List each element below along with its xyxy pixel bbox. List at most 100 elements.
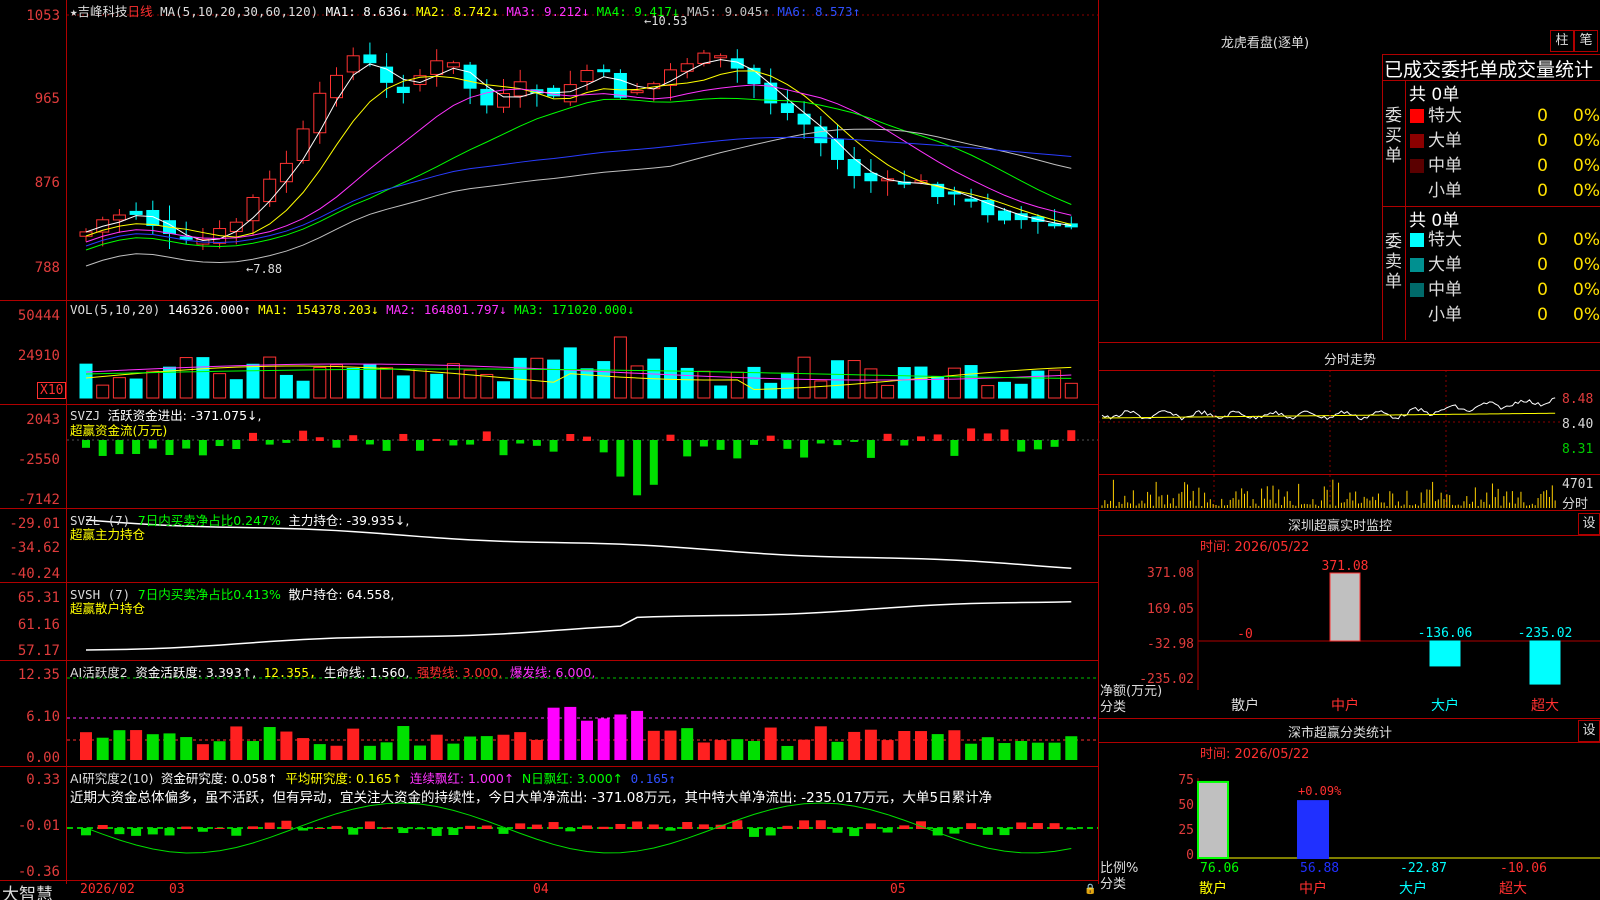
classify-tick: 75 [1178,773,1194,788]
fund-flow-bar [249,432,257,441]
activity-bar [180,737,193,760]
svzl-tick: -40.24 [9,566,60,582]
svzj-tick: -7142 [17,492,60,508]
activity-bar [931,734,944,760]
activity-bar [397,726,410,760]
classify-value-label: -22.87 [1400,861,1447,876]
candle [998,210,1011,221]
monitor-cat-label: 分类 [1100,700,1127,715]
svsh-label: 7日内买卖净占比0.413% [137,587,281,602]
volume-bar [263,356,277,399]
monitor-title: 深圳超赢实时监控 [1287,519,1392,534]
research-bar [882,828,893,833]
volume-bar [480,373,494,399]
monitor-settings-button[interactable]: 设 [1578,513,1600,535]
fund-flow-bar [315,437,324,441]
fund-flow-bar [1033,440,1042,450]
activity-bar [981,737,994,760]
monitor-value-label: 371.08 [1322,559,1369,574]
activity-bar [313,744,326,760]
candle [563,84,577,103]
classify-top-label: +0.09% [1298,784,1342,798]
research-bar [281,820,292,829]
activity-bar [764,727,777,760]
kline-header: ★吉峰科技日线 MA(5,10,20,30,60,120) MA1: 8.636… [70,1,860,20]
sell-row-count: 0 [1537,280,1548,300]
volume-bar [547,359,561,399]
activity-bar [1031,742,1044,760]
volume-bar [664,347,677,399]
fund-flow-bar [967,428,976,441]
lock-icon[interactable]: 🔒 [1084,884,1096,895]
divider [1098,510,1600,511]
fund-flow-bar [382,440,391,451]
research-bar [114,828,125,835]
research-bar [548,822,559,829]
date-tick: 03 [169,882,185,897]
monitor-category-label: 中户 [1331,697,1359,714]
brand-logo: 大智慧 [2,885,53,900]
research-bar [164,828,175,836]
candle [430,60,444,75]
ai1-tick: 6.10 [26,709,60,725]
volume-bar [797,356,811,399]
activity-bar [113,730,126,760]
candle [597,69,611,73]
star-icon[interactable]: ★ [70,4,78,19]
volume-bar [279,374,293,399]
chart-canvas[interactable]: -0 散户 371.08 中户 -136.06 大户 -235.02 超大 76.06 散户 56.… [0,0,1600,900]
buy-label: 委买单 [1385,106,1402,166]
research-bar [264,822,275,829]
fund-flow-bar [516,440,525,444]
research-bar [298,828,309,831]
candle [613,72,627,98]
research-bar [765,828,776,836]
fund-flow-bar [399,433,408,441]
activity-bar [664,730,677,760]
fund-flow-bar [866,440,875,458]
intraday-tick: 8.40 [1562,417,1594,432]
fund-flow-bar [566,433,575,441]
fund-flow-bar [98,440,107,456]
buy-color-swatch [1410,109,1424,123]
intraday-tick: 8.48 [1562,392,1594,407]
monitor-value-label: -136.06 [1418,626,1473,641]
monitor-value-label: -235.02 [1518,626,1573,641]
intraday-tick: 8.31 [1562,442,1594,457]
divider [1098,474,1600,475]
ma6-value: MA6: 8.573↑ [777,4,861,19]
ai1-tick: 12.35 [17,667,60,683]
ai1-v5: 爆发线: 6.000, [509,665,596,680]
research-bar [515,823,526,829]
volume-bar [747,366,761,399]
monitor-bar [1529,640,1561,685]
candle [363,54,377,64]
tick-view-button[interactable]: 笔 [1574,30,1598,52]
fund-flow-bar [349,435,358,441]
svzj-tick: -2550 [17,452,60,468]
volume-bar [296,380,310,399]
ai2-v2: 平均研究度: 0.165↑ [285,771,403,786]
classify-settings-button[interactable]: 设 [1578,720,1600,742]
research-bar [381,827,392,829]
activity-bar [647,730,660,760]
candle [964,198,978,202]
activity-bar [80,732,92,760]
research-bar [531,824,542,829]
activity-bar [948,730,961,760]
fund-flow-bar [449,440,458,446]
volume-bar [213,373,227,399]
left-axis-divider [66,0,67,884]
sell-color-swatch [1410,308,1424,322]
price-tick: 1053 [26,8,60,24]
ai2-title: AI研究度2(10) [70,771,154,786]
research-bar [1032,823,1043,829]
candle [714,55,728,59]
sell-row-count: 0 [1537,305,1548,325]
column-view-button[interactable]: 柱 [1550,30,1574,52]
research-bar [147,828,158,835]
ai1-label: 资金活跃度: 3.393↑, [135,665,257,680]
activity-bar [697,742,710,760]
period-label[interactable]: 日线 [128,4,153,19]
research-bar [565,828,576,832]
